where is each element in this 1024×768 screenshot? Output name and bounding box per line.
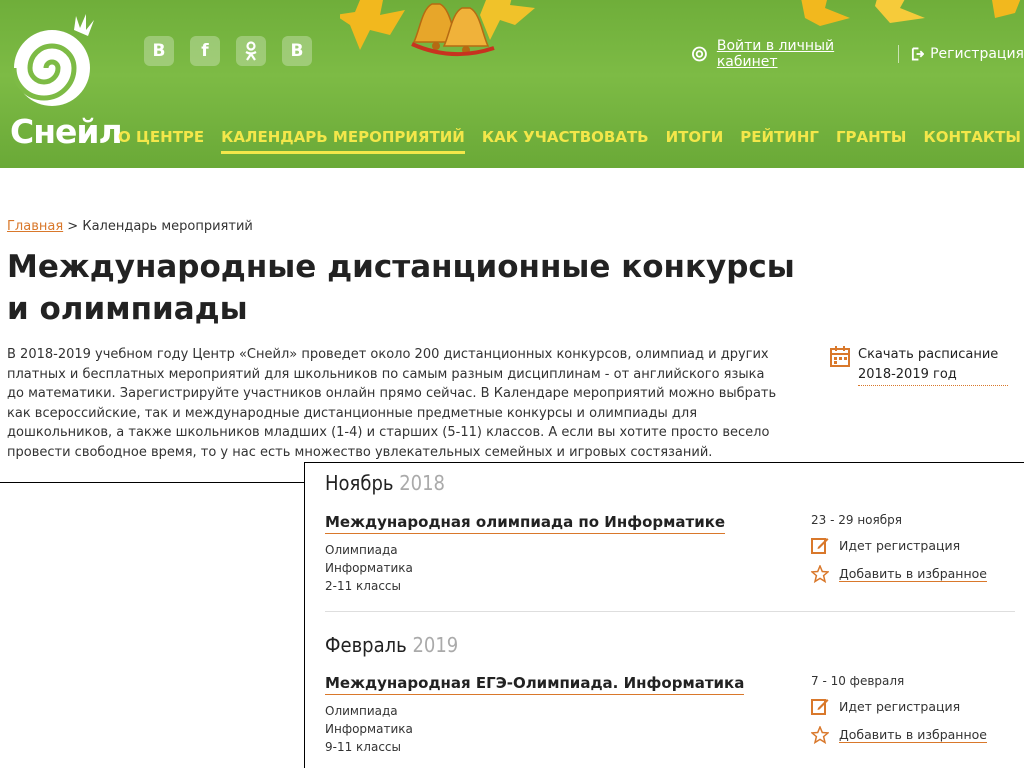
facebook-icon[interactable]: f [190,36,220,66]
page-title: Международные дистанционные конкурсы и о… [7,249,795,327]
event-dates: 7 - 10 февраля [811,674,905,688]
panel-edge-line [0,482,304,483]
nav-contacts[interactable]: КОНТАКТЫ [923,128,1020,146]
download-schedule-label[interactable]: Скачать расписание 2018-2019 год [858,345,1008,386]
favorite-label: Добавить в избранное [839,727,987,743]
snail-logo[interactable] [6,10,106,110]
register-link[interactable]: Регистрация [930,46,1024,62]
intro-text: В 2018-2019 учебном году Центр «Снейл» п… [7,347,777,460]
nav-results[interactable]: ИТОГИ [666,128,724,146]
month-year: 2019 [412,633,459,657]
nav-rating[interactable]: РЕЙТИНГ [740,128,819,146]
month-name: Февраль [325,633,407,657]
calendar-icon [830,346,850,367]
star-icon [811,726,829,744]
nav-grants[interactable]: ГРАНТЫ [836,128,907,146]
breadcrumb: Главная > Календарь мероприятий [7,219,253,234]
events-panel: Ноябрь 2018 Международная олимпиада по И… [304,462,1024,768]
event-title-link[interactable]: Международная ЕГЭ-Олимпиада. Информатика [325,674,745,695]
month-year: 2018 [399,471,445,495]
month-name: Ноябрь [325,471,394,495]
download-schedule[interactable]: Скачать расписание 2018-2019 год [830,345,1008,386]
month-heading: Февраль 2019 [325,633,458,657]
breadcrumb-current: Календарь мероприятий [82,219,253,234]
event-meta: Олимпиада Информатика 2-11 классы [325,541,413,595]
breadcrumb-separator: > [67,219,79,234]
odnoklassniki-glyph [245,41,257,61]
nav-how-to-participate[interactable]: КАК УЧАСТВОВАТЬ [482,128,649,146]
login-link[interactable]: Войти в личный кабинет [717,38,886,70]
event-meta: Олимпиада Информатика 9-11 классы [325,702,413,756]
snail-small-icon [692,46,707,62]
registration-status[interactable]: Идет регистрация [811,536,960,554]
site-header: Снейл B f B Войти в личный кабинет Регис… [0,0,1024,168]
odnoklassniki-icon[interactable] [236,36,266,66]
vk-icon[interactable]: B [144,36,174,66]
edit-icon [811,538,829,554]
nav-about[interactable]: О ЦЕНТРЕ [118,128,204,146]
edit-icon [811,699,829,715]
breadcrumb-home[interactable]: Главная [7,219,63,234]
month-heading: Ноябрь 2018 [325,471,445,495]
section-divider [325,611,1015,612]
nav-calendar[interactable]: КАЛЕНДАРЬ МЕРОПРИЯТИЙ [221,128,465,154]
event-grades: 2-11 классы [325,579,401,593]
event-type: Олимпиада [325,543,398,557]
registration-status[interactable]: Идет регистрация [811,697,960,715]
brand-name[interactable]: Снейл [10,112,123,151]
autumn-leaves-decoration [801,0,1021,26]
event-dates: 23 - 29 ноября [811,513,902,527]
registration-label: Идет регистрация [839,698,961,714]
blog-icon[interactable]: B [282,36,312,66]
favorite-label: Добавить в избранное [839,566,987,582]
account-divider [898,45,900,63]
event-subject: Информатика [325,722,413,736]
add-to-favorites-button[interactable]: Добавить в избранное [811,726,987,744]
event-type: Олимпиада [325,704,398,718]
autumn-decoration [340,0,535,57]
event-grades: 9-11 классы [325,740,401,754]
account-links: Войти в личный кабинет Регистрация [692,38,1024,70]
star-icon [811,565,829,583]
social-links: B f B [144,36,312,66]
registration-label: Идет регистрация [839,537,961,553]
register-icon [912,47,925,61]
event-title-link[interactable]: Международная олимпиада по Информатике [325,513,726,534]
add-to-favorites-button[interactable]: Добавить в избранное [811,565,987,583]
event-subject: Информатика [325,561,413,575]
main-nav: О ЦЕНТРЕ КАЛЕНДАРЬ МЕРОПРИЯТИЙ КАК УЧАСТ… [118,128,1021,154]
